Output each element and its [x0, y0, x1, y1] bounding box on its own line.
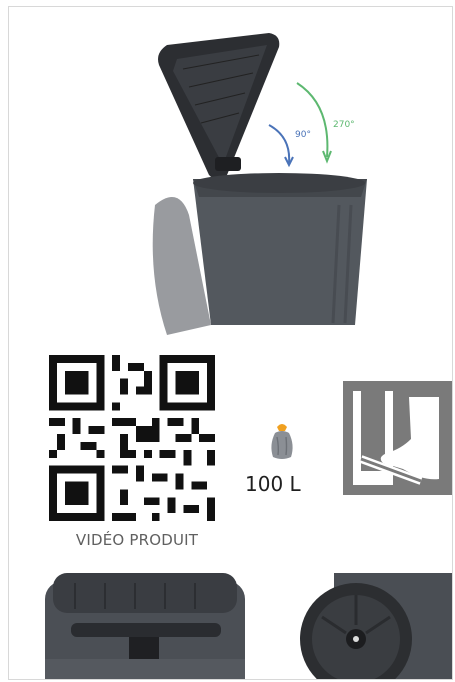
- lid-handle-detail-image: [45, 573, 245, 679]
- product-panel: 270° 90° VIDÉO PRODUIT 100 L: [8, 6, 453, 680]
- svg-text:90°: 90°: [295, 130, 311, 140]
- qr-caption: VIDÉO PRODUIT: [75, 531, 199, 549]
- capacity-label: 100 L: [245, 472, 301, 496]
- svg-text:270°: 270°: [333, 120, 355, 130]
- qr-code[interactable]: [49, 355, 215, 521]
- bin-open-lid-image: 270° 90°: [152, 33, 367, 335]
- foot-pedal-icon: [343, 381, 452, 495]
- wheel-detail-image: [300, 573, 452, 679]
- garbage-bag-icon: [271, 424, 293, 459]
